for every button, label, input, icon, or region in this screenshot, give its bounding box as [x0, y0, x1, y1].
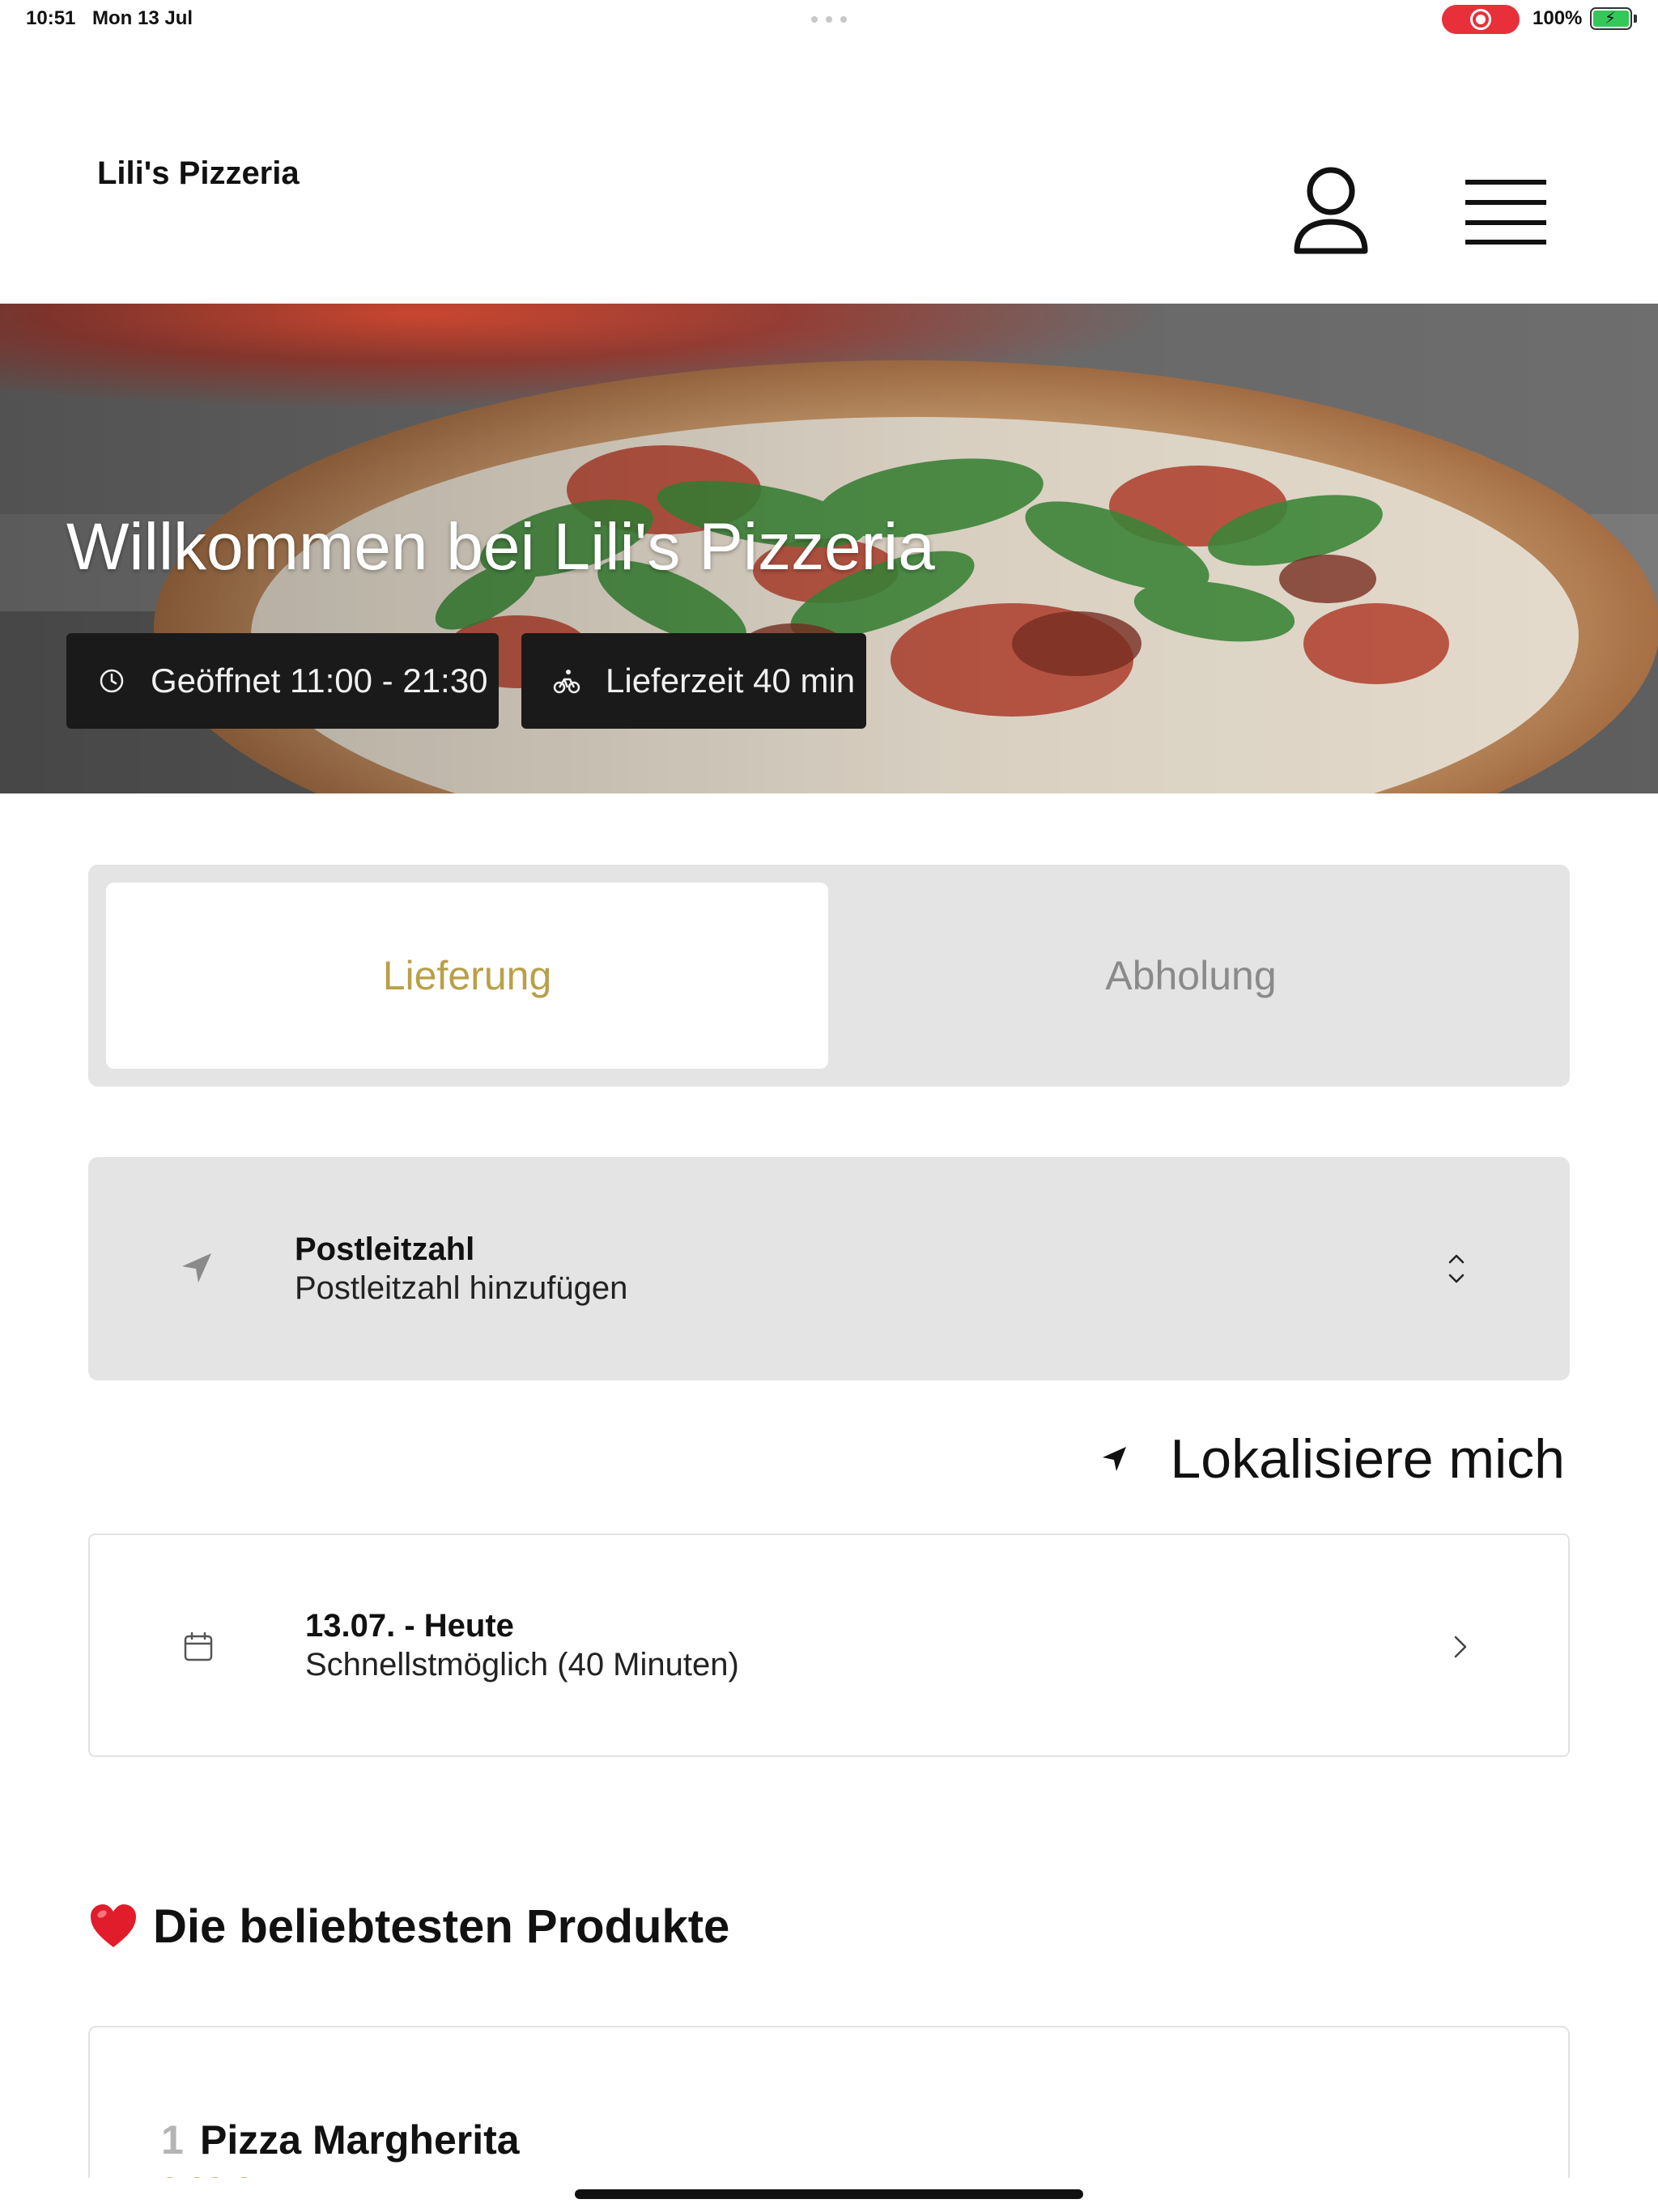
product-rank: 1	[161, 2117, 184, 2163]
person-icon[interactable]	[1292, 164, 1370, 259]
status-bar: 10:51 Mon 13 Jul 100% ⚡	[0, 0, 1658, 40]
locate-me-button[interactable]: Lokalisiere mich	[1100, 1425, 1565, 1493]
hero-title: Willkommen bei Lili's Pizzeria	[66, 510, 935, 584]
popular-products-heading: Die beliebtesten Produkte	[88, 1898, 729, 1955]
delivery-time-chip: Lieferzeit 40 min	[521, 633, 866, 729]
time-slot-date: 13.07. - Heute	[305, 1608, 514, 1644]
locate-me-label: Lokalisiere mich	[1170, 1428, 1565, 1490]
app-header: Lili's Pizzeria	[0, 40, 1658, 304]
opening-hours-chip: Geöffnet 11:00 - 21:30	[66, 633, 499, 729]
delivery-time-text: Lieferzeit 40 min	[606, 661, 856, 700]
bike-icon	[553, 670, 580, 694]
status-time: 10:51	[26, 7, 76, 29]
battery-percentage: 100%	[1533, 7, 1583, 29]
hero-banner: Willkommen bei Lili's Pizzeria Geöffnet …	[0, 304, 1658, 793]
home-indicator[interactable]	[575, 2189, 1083, 2199]
multitasking-dots-icon[interactable]	[811, 16, 847, 23]
calendar-icon	[184, 1631, 213, 1661]
chevron-up-down-icon	[1448, 1254, 1465, 1283]
status-date: Mon 13 Jul	[92, 7, 193, 29]
postcode-field[interactable]: Postleitzahl Postleitzahl hinzufügen	[88, 1157, 1570, 1380]
screen-recording-icon[interactable]	[1442, 5, 1520, 34]
battery-icon: ⚡	[1590, 7, 1637, 30]
delivery-mode-selector: Lieferung Abholung	[88, 865, 1570, 1087]
postcode-label: Postleitzahl	[295, 1231, 475, 1267]
chevron-right-icon	[1454, 1636, 1467, 1658]
clock-icon	[100, 669, 124, 693]
opening-hours-text: Geöffnet 11:00 - 21:30	[151, 661, 488, 700]
time-slot-description: Schnellstmöglich (40 Minuten)	[305, 1647, 739, 1682]
brand-title[interactable]: Lili's Pizzeria	[97, 155, 300, 192]
postcode-placeholder: Postleitzahl hinzufügen	[295, 1270, 628, 1306]
tab-pickup[interactable]: Abholung	[830, 883, 1552, 1069]
tab-delivery[interactable]: Lieferung	[106, 883, 828, 1069]
location-arrow-icon	[182, 1253, 211, 1283]
delivery-time-slot[interactable]: 13.07. - Heute Schnellstmöglich (40 Minu…	[88, 1534, 1570, 1757]
popular-products-title: Die beliebtesten Produkte	[153, 1899, 730, 1953]
heart-icon	[91, 1904, 136, 1947]
hamburger-menu-icon[interactable]	[1465, 177, 1546, 246]
product-name: Pizza Margherita	[200, 2117, 520, 2163]
location-arrow-icon	[1103, 1447, 1127, 1471]
